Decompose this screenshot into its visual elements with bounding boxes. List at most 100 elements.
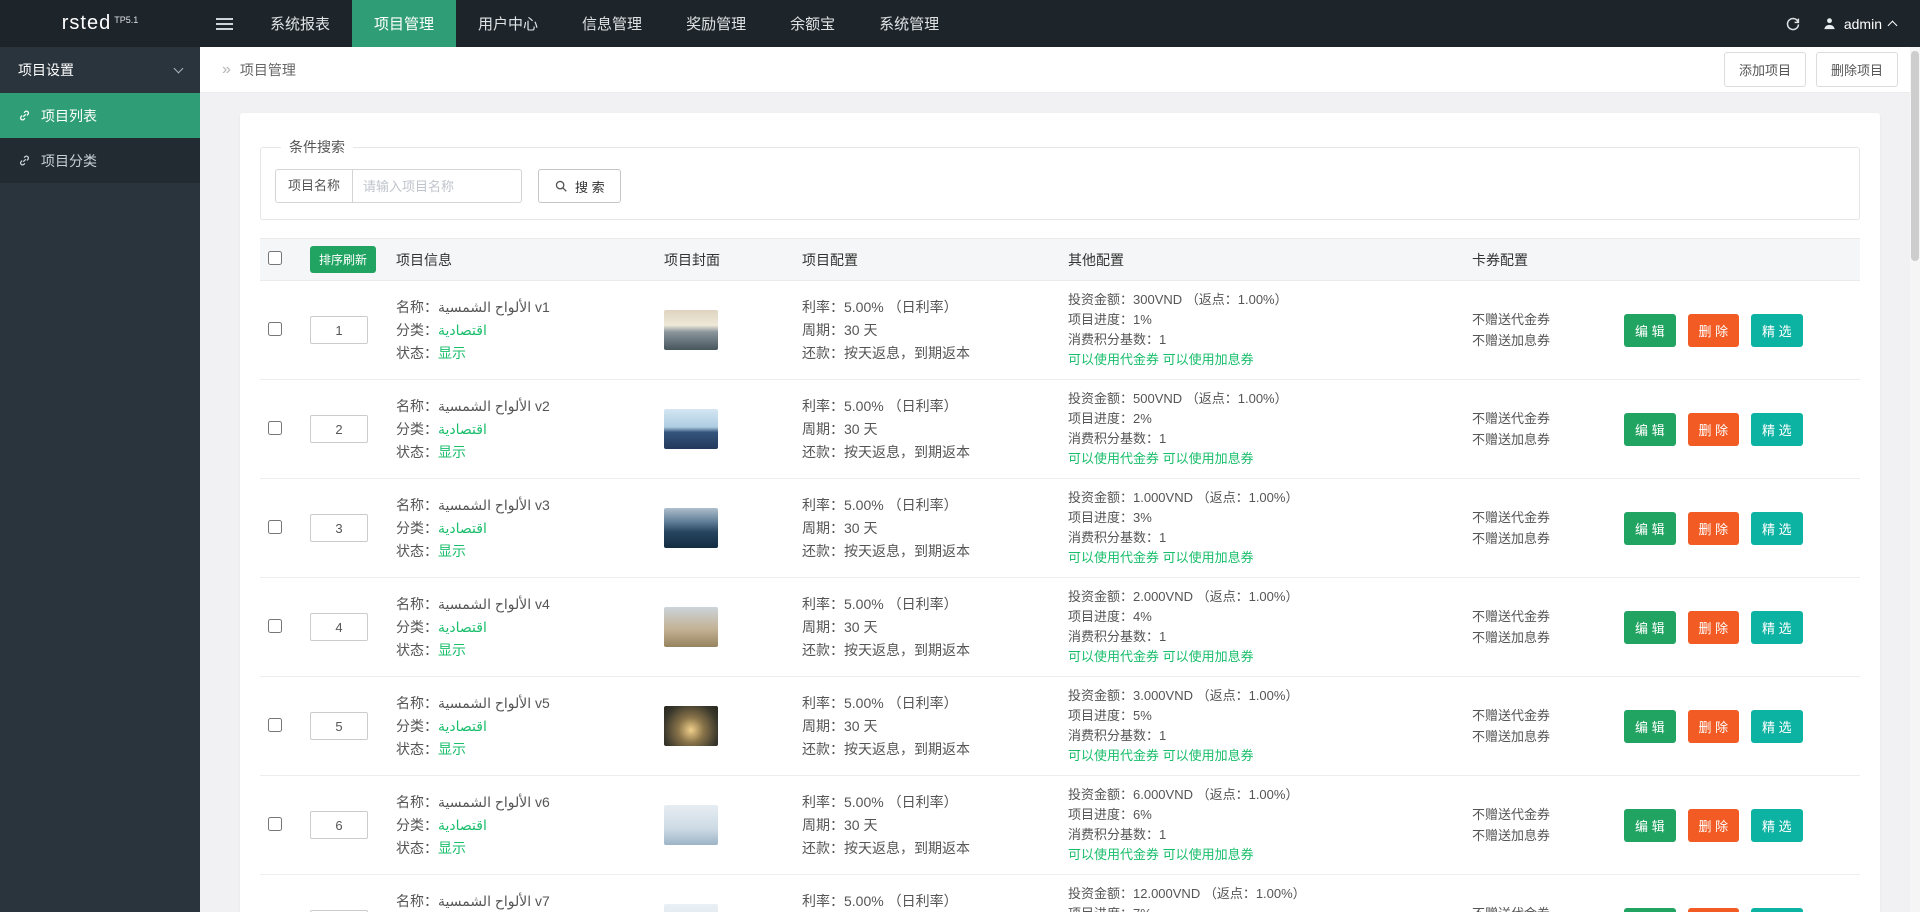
row-checkbox[interactable] — [268, 717, 282, 732]
project-name-label: 项目名称 — [275, 169, 354, 203]
card-voucher-line: 不赠送代金券 — [1472, 708, 1551, 723]
sort-input[interactable] — [310, 514, 368, 542]
project-cover-image — [664, 805, 718, 845]
progress-line: 项目进度：6% — [1068, 807, 1152, 822]
featured-button[interactable]: 精 选 — [1751, 313, 1803, 347]
project-status[interactable]: 显示 — [438, 741, 466, 757]
user-menu[interactable]: admin — [1816, 0, 1920, 47]
search-legend: 条件搜索 — [289, 139, 345, 155]
edit-button[interactable]: 编 辑 — [1624, 412, 1676, 446]
card-voucher-line: 不赠送代金券 — [1472, 312, 1551, 327]
project-name: الألواح الشمسية v4 — [438, 595, 550, 612]
project-info-cell: 名称：الألواح الشمسية v1 分类：اقتصادية 状态：显示 — [388, 280, 656, 380]
nav-item-rewards[interactable]: 奖励管理 — [664, 0, 768, 47]
sort-input[interactable] — [310, 811, 368, 839]
delete-button[interactable]: 删 除 — [1687, 808, 1740, 842]
nav-item-reports[interactable]: 系统报表 — [248, 0, 352, 47]
delete-button[interactable]: 删 除 — [1687, 709, 1740, 743]
navbar-right: admin — [1770, 0, 1920, 47]
project-name-input[interactable] — [352, 169, 523, 203]
edit-button[interactable]: 编 辑 — [1624, 610, 1676, 644]
row-checkbox[interactable] — [268, 519, 282, 534]
points-line: 消费积分基数：1 — [1068, 827, 1167, 842]
table-row: 名称：الألواح الشمسية v7 分类：اقتصادية 状态：显示 … — [260, 874, 1860, 912]
invest-line: 投资金额：2.000VND （返点：1.00%） — [1068, 589, 1299, 604]
rate-line: 利率：5.00% （日利率） — [802, 892, 958, 909]
row-checkbox[interactable] — [268, 816, 282, 831]
project-category: اقتصادية — [438, 618, 487, 635]
chevron-up-icon — [1887, 20, 1898, 31]
sidebar-item-project-list[interactable]: 项目列表 — [0, 93, 200, 138]
sort-input[interactable] — [310, 415, 368, 443]
featured-button[interactable]: 精 选 — [1751, 808, 1803, 842]
sidebar-section-project-settings[interactable]: 项目设置 — [0, 47, 200, 93]
project-category: اقتصادية — [438, 717, 487, 734]
featured-button[interactable]: 精 选 — [1751, 709, 1803, 743]
edit-button[interactable]: 编 辑 — [1624, 511, 1676, 545]
project-status[interactable]: 显示 — [438, 345, 466, 361]
project-cover-image — [664, 607, 718, 647]
sort-input[interactable] — [310, 316, 368, 344]
other-config-cell: 投资金额：12.000VND （返点：1.00%） 项目进度：7% 消费积分基数… — [1060, 874, 1464, 912]
row-actions: 编 辑 删 除 精 选 — [1616, 280, 1860, 380]
search-button[interactable]: 搜 索 — [538, 169, 621, 203]
edit-button[interactable]: 编 辑 — [1624, 709, 1676, 743]
invest-line: 投资金额：12.000VND （返点：1.00%） — [1068, 886, 1306, 901]
cycle-line: 周期：30 天 — [802, 618, 878, 635]
nav-item-info[interactable]: 信息管理 — [560, 0, 664, 47]
select-all-checkbox[interactable] — [268, 251, 282, 265]
add-project-button[interactable]: 添加项目 — [1723, 52, 1806, 87]
project-info-cell: 名称：الألواح الشمسية v7 分类：اقتصادية 状态：显示 — [388, 874, 656, 912]
user-icon — [1824, 18, 1835, 30]
project-status[interactable]: 显示 — [438, 444, 466, 460]
nav-item-users[interactable]: 用户中心 — [456, 0, 560, 47]
coupons-line: 可以使用代金券 可以使用加息券 — [1068, 352, 1254, 367]
delete-button[interactable]: 删 除 — [1687, 610, 1740, 644]
page-actions: 添加项目 删除项目 — [1723, 52, 1898, 87]
vertical-scrollbar[interactable] — [1910, 47, 1920, 912]
featured-button[interactable]: 精 选 — [1751, 907, 1803, 912]
other-config-cell: 投资金额：300VND （返点：1.00%） 项目进度：1% 消费积分基数：1 … — [1060, 280, 1464, 380]
row-actions: 编 辑 删 除 精 选 — [1616, 874, 1860, 912]
nav-item-system[interactable]: 系统管理 — [857, 0, 961, 47]
delete-button[interactable]: 删 除 — [1687, 511, 1740, 545]
rate-line: 利率：5.00% （日利率） — [802, 595, 958, 612]
sort-refresh-button[interactable]: 排序刷新 — [310, 246, 377, 273]
project-table-body: 名称：الألواح الشمسية v1 分类：اقتصادية 状态：显示 … — [260, 280, 1860, 912]
row-checkbox[interactable] — [268, 618, 282, 633]
scrollbar-thumb[interactable] — [1911, 51, 1919, 261]
main-area: » 项目管理 添加项目 删除项目 条件搜索 项目名称 请输入项目名称 搜 索 排… — [200, 47, 1920, 912]
row-checkbox[interactable] — [268, 420, 282, 435]
delete-button[interactable]: 删 除 — [1687, 907, 1740, 912]
project-status[interactable]: 显示 — [438, 543, 466, 559]
invest-line: 投资金额：3.000VND （返点：1.00%） — [1068, 688, 1299, 703]
edit-button[interactable]: 编 辑 — [1624, 907, 1676, 912]
delete-button[interactable]: 删 除 — [1687, 313, 1740, 347]
featured-button[interactable]: 精 选 — [1751, 511, 1803, 545]
delete-project-button[interactable]: 删除项目 — [1815, 52, 1898, 87]
sidebar-item-project-category[interactable]: 项目分类 — [0, 138, 200, 183]
edit-button[interactable]: 编 辑 — [1624, 808, 1676, 842]
refresh-icon[interactable] — [1770, 0, 1816, 47]
nav-item-projects[interactable]: 项目管理 — [352, 0, 457, 47]
card-voucher-line: 不赠送代金券 — [1472, 609, 1551, 624]
hamburger-menu-icon[interactable] — [200, 0, 248, 47]
cycle-line: 周期：30 天 — [802, 519, 878, 536]
table-row: 名称：الألواح الشمسية v1 分类：اقتصادية 状态：显示 … — [260, 280, 1860, 380]
cycle-line: 周期：30 天 — [802, 717, 878, 734]
featured-button[interactable]: 精 选 — [1751, 610, 1803, 644]
featured-button[interactable]: 精 选 — [1751, 412, 1803, 446]
search-fieldset: 条件搜索 项目名称 搜 索 — [260, 137, 1860, 220]
delete-button[interactable]: 删 除 — [1687, 412, 1740, 446]
progress-line: 项目进度：4% — [1068, 609, 1152, 624]
logo[interactable]: rsted TP5.1 — [0, 0, 200, 47]
sort-input[interactable] — [310, 613, 368, 641]
row-checkbox[interactable] — [268, 321, 282, 336]
nav-item-yuebao[interactable]: 余额宝 — [768, 0, 857, 47]
project-status[interactable]: 显示 — [438, 840, 466, 856]
project-status[interactable]: 显示 — [438, 642, 466, 658]
edit-button[interactable]: 编 辑 — [1624, 313, 1676, 347]
rate-line: 利率：5.00% （日利率） — [802, 694, 958, 711]
card-interest-line: 不赠送加息券 — [1472, 531, 1551, 546]
sort-input[interactable] — [310, 712, 368, 740]
